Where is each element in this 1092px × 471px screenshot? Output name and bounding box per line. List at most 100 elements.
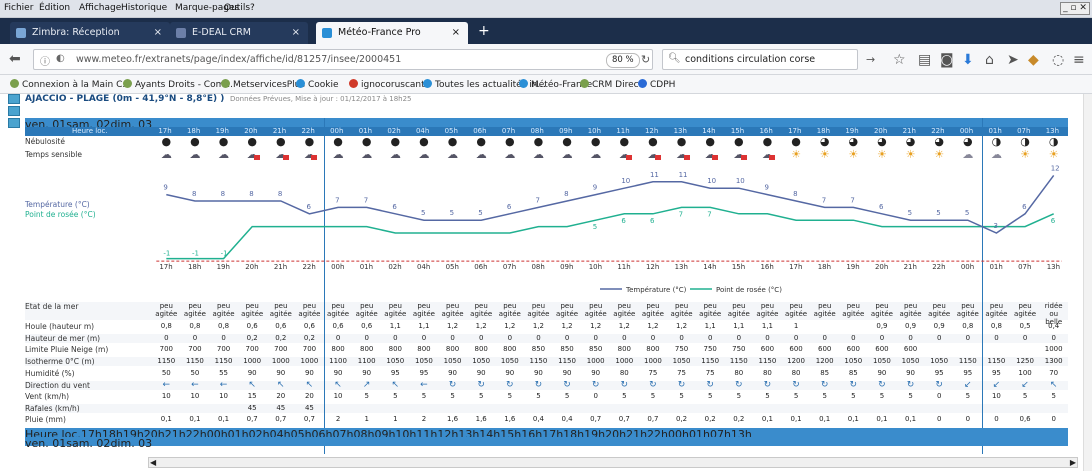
tab-label: Zimbra: Réception [32,27,120,38]
print-icon[interactable] [8,94,20,104]
chart-hour-tick: 18h [818,263,831,271]
menu-item[interactable]: Édition [39,3,70,13]
bookmark-label: Connexion à la Main C... [22,80,131,90]
page-content: AJACCIO - PLAGE (0m - 41,9°N - 8,8°E) ) … [0,94,1092,471]
vent-cell: 5 [536,392,541,400]
cloud-cover-icon: ● [161,135,172,148]
hauteur-mer-cell: 0 [908,334,913,342]
bookmark-item[interactable]: ignocoruscant [349,79,425,90]
humidite-cell: 80 [734,369,744,377]
reload-icon[interactable]: ↻ [641,53,650,66]
tab-bar: Zimbra: Réception × E-DEAL CRM × Météo-Franc… [0,18,1092,44]
url-bar[interactable]: ⓘ ◐ www.meteo.fr/extranets/page/index/af… [33,49,653,70]
download-icon[interactable]: ⬇ [962,53,974,67]
hauteur-mer-cell: 0 [507,334,513,342]
export-icon[interactable] [8,106,20,116]
isotherme-cell: 1050 [386,357,405,365]
hauteur-mer-cell: 0 [478,334,484,342]
help-icon[interactable] [8,118,20,128]
pocket-icon[interactable]: ◙ [940,53,954,67]
direction-vent-cell: ↻ [706,380,714,390]
cloud-cover-icon: ● [791,135,801,148]
pluie-neige-cell: 800 [617,345,631,353]
search-bar[interactable]: 🔍︎ conditions circulation corse [662,49,858,70]
pluie-neige-cell: 600 [846,345,860,353]
back-icon[interactable]: ⬅ [9,52,21,66]
bookmark-item[interactable]: MetservicesPlus [221,79,305,90]
menu-icon[interactable]: ≡ [1073,53,1085,67]
vent-cell: 20 [304,392,314,400]
houle-cell: 1,2 [647,322,659,330]
zoom-level[interactable]: 80 % [606,53,640,68]
rain-cloud-icon: ☁ [532,148,544,161]
rain-cloud-icon: ☁ [475,148,487,161]
hauteur-mer-cell: 0 [622,334,627,342]
rafales-cell: 45 [247,404,257,412]
houle-cell: 1,2 [504,322,516,330]
scroll-right-icon[interactable]: ▶ [1070,458,1076,467]
sun-cloud-icon: ☀ [1048,148,1059,161]
sun-cloud-icon: ☀ [848,148,859,161]
meteo-icon [322,28,332,38]
vent-cell: 5 [650,392,656,400]
close-tab-icon[interactable]: × [292,22,300,44]
chart-hour-tick: 20h [245,263,258,271]
info-icon[interactable]: ⓘ [40,53,50,68]
direction-vent-cell: ↻ [677,380,686,390]
pluie-neige-cell: 850 [589,345,603,353]
close-tab-icon[interactable]: × [154,22,162,44]
temperature-value: 5 [450,209,454,217]
menu-item[interactable]: Historique [121,3,167,13]
location-title: AJACCIO - PLAGE (0m - 41,9°N - 8,8°E) ) [25,94,225,104]
send-icon[interactable]: ➤ [1007,53,1019,67]
url-text[interactable]: www.meteo.fr/extranets/page/index/affich… [76,54,401,65]
isotherme-cell: 1000 [644,357,662,365]
bookmark-star-icon[interactable]: ☆ [893,53,906,67]
hauteur-mer-cell: 0 [936,334,942,342]
close-tab-icon[interactable]: × [452,22,460,44]
scroll-left-icon[interactable]: ◀ [150,458,156,467]
vertical-scrollbar[interactable] [1083,94,1092,471]
addon-icon[interactable]: ◌ [1052,53,1064,67]
menu-item[interactable]: ? [250,3,255,13]
humidite-cell: 90 [591,369,601,377]
isotherme-cell: 1050 [443,357,462,365]
direction-vent-cell: ↻ [820,380,829,390]
new-tab-icon[interactable]: + [478,23,490,39]
bookmark-item[interactable]: Cookie [296,79,339,90]
search-input[interactable]: conditions circulation corse [685,54,815,65]
browser-tab[interactable]: Météo-France Pro × [316,22,468,44]
window-controls[interactable]: _ ▫ ✕ [1060,2,1090,15]
bookmark-label: CDPH [650,80,676,90]
bookmark-label: Cookie [308,80,339,90]
horizontal-scrollbar[interactable]: ◀ ▶ [148,457,1078,468]
library-icon[interactable]: ▤ [918,53,931,67]
extension-icon[interactable]: ◆ [1028,53,1039,67]
hauteur-mer-cell: 0 [707,334,713,342]
pluie-cell: 1,6 [475,415,487,423]
bookmark-item[interactable]: Ayants Droits - Com... [123,79,233,90]
menu-item[interactable]: Affichage [79,3,121,13]
alert-flag-icon [282,155,289,160]
menu-item[interactable]: Fichier [4,3,33,13]
bookmark-item[interactable]: CRM Direct [580,79,642,90]
vent-cell: 5 [1051,392,1056,400]
bookmark-item[interactable]: Connexion à la Main C... [10,79,131,90]
vent-cell: 10 [161,392,171,400]
row-label-humidite: Humidité (%) [25,369,75,378]
row-label-vent: Vent (km/h) [25,392,70,401]
direction-vent-cell: ↻ [735,380,743,390]
go-arrow-icon[interactable]: → [866,53,875,67]
chart-hour-tick: 21h [274,263,287,271]
houle-cell: 1,2 [618,322,630,330]
home-icon[interactable]: ⌂ [985,53,994,67]
cloud-cover-icon: ● [562,135,572,148]
menu-item[interactable]: Outils [224,3,250,13]
hauteur-mer-cell: 0 [879,334,885,342]
pluie-cell: 0,1 [160,415,172,423]
pluie-neige-cell: 750 [732,345,746,353]
browser-tab[interactable]: E-DEAL CRM × [170,22,308,44]
browser-tab[interactable]: Zimbra: Réception × [10,22,170,44]
bookmark-item[interactable]: CDPH [638,79,675,90]
humidite-cell: 70 [1049,369,1059,377]
